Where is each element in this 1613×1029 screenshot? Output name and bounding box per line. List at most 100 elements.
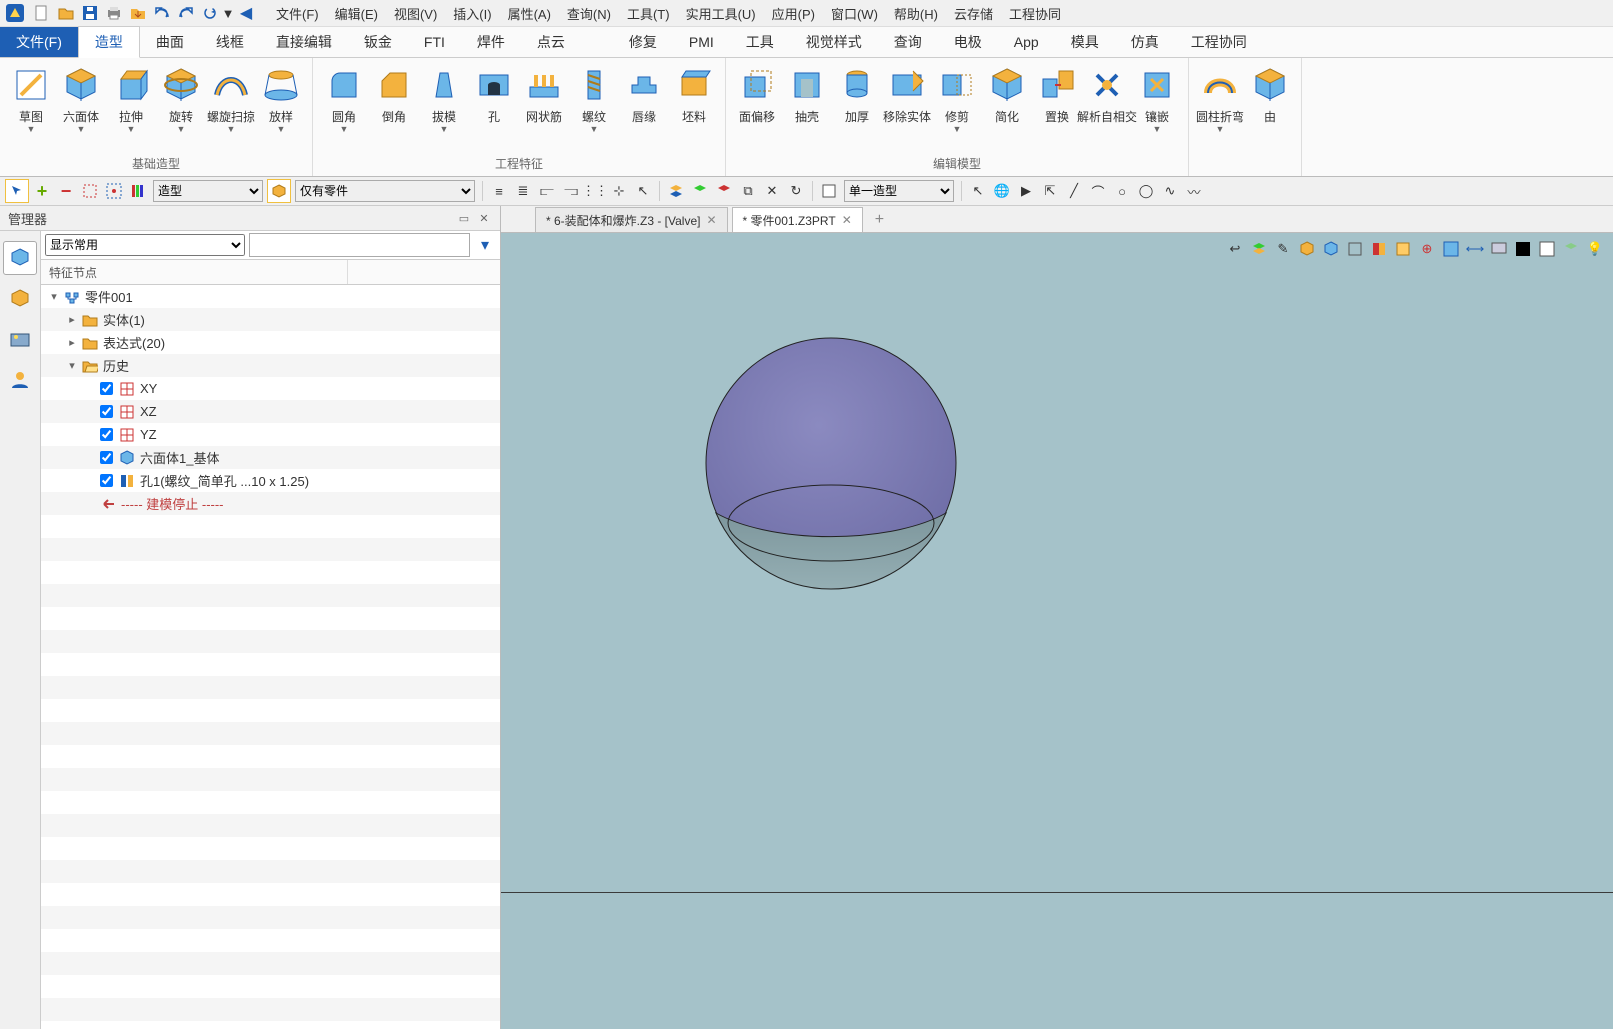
sidebar-tab-history-icon[interactable] (3, 241, 37, 275)
import-icon[interactable] (127, 2, 149, 24)
chevron-down-icon[interactable]: ▼ (77, 125, 86, 133)
tree-row[interactable]: XZ (41, 400, 500, 423)
ribbon-btn-hole[interactable]: 孔 (469, 62, 519, 135)
ribbon-tab-query[interactable]: 查询 (878, 27, 938, 57)
layer-x-icon[interactable]: ✕ (761, 180, 783, 202)
select-all-icon[interactable] (79, 180, 101, 202)
select-window-icon[interactable] (103, 180, 125, 202)
chevron-down-icon[interactable]: ▼ (177, 125, 186, 133)
expand-icon[interactable]: ▸ (65, 336, 79, 349)
ribbon-btn-simplify[interactable]: 简化 (982, 62, 1032, 135)
tree-filter-select[interactable]: 显示常用 (45, 234, 245, 256)
tree-checkbox[interactable] (100, 405, 113, 418)
chevron-down-icon[interactable]: ▼ (1153, 125, 1162, 133)
add-tab-button[interactable]: + (867, 208, 892, 232)
menu-edit[interactable]: 编辑(E) (327, 0, 386, 26)
distribute-icon[interactable]: ⋮⋮ (584, 180, 606, 202)
close-icon[interactable]: ✕ (842, 213, 852, 227)
ribbon-tab-surface[interactable]: 曲面 (140, 27, 200, 57)
ribbon-btn-draft[interactable]: 拔模▼ (419, 62, 469, 135)
layer-vis-icon[interactable] (689, 180, 711, 202)
undo-icon[interactable] (151, 2, 173, 24)
spline-tool-icon[interactable]: ∿ (1159, 180, 1181, 202)
circle-tool-icon[interactable]: ○ (1111, 180, 1133, 202)
ribbon-btn-revolve[interactable]: 旋转▼ (156, 62, 206, 135)
ribbon-tab-wireframe[interactable]: 线框 (200, 27, 260, 57)
redo-icon[interactable] (175, 2, 197, 24)
tree-row[interactable]: ▸表达式(20) (41, 331, 500, 354)
chevron-down-icon[interactable]: ▼ (590, 125, 599, 133)
ribbon-tab-collab[interactable]: 工程协同 (1175, 27, 1263, 57)
ribbon-tab-tools[interactable]: 工具 (730, 27, 790, 57)
new-file-icon[interactable] (31, 2, 53, 24)
ribbon-btn-from[interactable]: 由 (1245, 62, 1295, 135)
add-icon[interactable]: + (31, 180, 53, 202)
ribbon-tab-fti[interactable]: FTI (408, 27, 461, 57)
layer-dup-icon[interactable]: ⧉ (737, 180, 759, 202)
filter-select[interactable]: 仅有零件 (295, 180, 475, 202)
arc-tool-icon[interactable]: ⌒ (1087, 180, 1109, 202)
ribbon-tab-exchange[interactable] (581, 27, 613, 57)
chevron-down-icon[interactable]: ▼ (127, 125, 136, 133)
ribbon-btn-loft[interactable]: 放样▼ (256, 62, 306, 135)
align-center-icon[interactable]: ≣ (512, 180, 534, 202)
ribbon-btn-thread[interactable]: 螺纹▼ (569, 62, 619, 135)
tree-checkbox[interactable] (100, 451, 113, 464)
view-select[interactable]: 单一造型 (844, 180, 954, 202)
feature-tree[interactable]: ▾零件001▸实体(1)▸表达式(20)▾历史XYXZYZ六面体1_基体孔1(螺… (41, 285, 500, 1029)
align-left-icon[interactable]: ≡ (488, 180, 510, 202)
menu-app[interactable]: 应用(P) (764, 0, 823, 26)
tree-row[interactable]: XY (41, 377, 500, 400)
menu-view[interactable]: 视图(V) (386, 0, 445, 26)
ribbon-btn-trim[interactable]: 修剪▼ (932, 62, 982, 135)
sidebar-collapse-icon[interactable]: ▭ (456, 210, 472, 226)
ribbon-btn-rib[interactable]: 网状筋 (519, 62, 569, 135)
open-file-icon[interactable] (55, 2, 77, 24)
tree-checkbox[interactable] (100, 474, 113, 487)
ribbon-btn-offset[interactable]: 面偏移 (732, 62, 782, 135)
ribbon-btn-chamfer[interactable]: 倒角 (369, 62, 419, 135)
ribbon-btn-inlay[interactable]: 镶嵌▼ (1132, 62, 1182, 135)
chevron-down-icon[interactable]: ▼ (227, 125, 236, 133)
ribbon-btn-remove[interactable]: 移除实体 (882, 62, 932, 135)
dropdown-icon[interactable]: ▼ (223, 2, 233, 24)
cursor2-icon[interactable]: ↖ (632, 180, 654, 202)
tree-row[interactable]: YZ (41, 423, 500, 446)
layer-new-icon[interactable] (713, 180, 735, 202)
ribbon-tab-weld[interactable]: 焊件 (461, 27, 521, 57)
ribbon-btn-cube[interactable]: 六面体▼ (56, 62, 106, 135)
wave-tool-icon[interactable]: 〰 (1183, 180, 1205, 202)
filter-cube-icon[interactable] (267, 179, 291, 203)
menu-query[interactable]: 查询(N) (559, 0, 619, 26)
ribbon-tab-electrode[interactable]: 电极 (938, 27, 998, 57)
menu-insert[interactable]: 插入(I) (445, 0, 499, 26)
mode-select[interactable]: 造型 (153, 180, 263, 202)
ribbon-btn-thicken[interactable]: 加厚 (832, 62, 882, 135)
tree-row[interactable]: ▾历史 (41, 354, 500, 377)
expand-icon[interactable]: ▾ (47, 290, 61, 303)
cycle-icon[interactable]: ↻ (785, 180, 807, 202)
chevron-down-icon[interactable]: ▼ (277, 125, 286, 133)
ribbon-tab-pmi[interactable]: PMI (673, 27, 730, 57)
menu-window[interactable]: 窗口(W) (823, 0, 886, 26)
ribbon-btn-replace[interactable]: 置换 (1032, 62, 1082, 135)
ribbon-btn-lip[interactable]: 唇缘 (619, 62, 669, 135)
remove-icon[interactable]: − (55, 180, 77, 202)
save-icon[interactable] (79, 2, 101, 24)
tree-checkbox[interactable] (100, 382, 113, 395)
line-tool-icon[interactable]: ╱ (1063, 180, 1085, 202)
document-tab[interactable]: * 6-装配体和爆炸.Z3 - [Valve]✕ (535, 207, 728, 232)
ribbon-tab-shape[interactable]: 造型 (78, 26, 140, 58)
ribbon-btn-bend[interactable]: 圆柱折弯▼ (1195, 62, 1245, 135)
document-tab[interactable]: * 零件001.Z3PRT✕ (732, 207, 863, 232)
ribbon-btn-sketch[interactable]: 草图▼ (6, 62, 56, 135)
snap-icon[interactable]: ⊹ (608, 180, 630, 202)
ribbon-btn-extrude[interactable]: 拉伸▼ (106, 62, 156, 135)
ribbon-btn-stock[interactable]: 坯料 (669, 62, 719, 135)
close-icon[interactable]: ✕ (706, 213, 716, 227)
print-icon[interactable] (103, 2, 125, 24)
chevron-down-icon[interactable]: ▼ (27, 125, 36, 133)
ribbon-tab-app[interactable]: App (998, 27, 1055, 57)
ellipse-tool-icon[interactable]: ◯ (1135, 180, 1157, 202)
color-bars-icon[interactable] (127, 180, 149, 202)
